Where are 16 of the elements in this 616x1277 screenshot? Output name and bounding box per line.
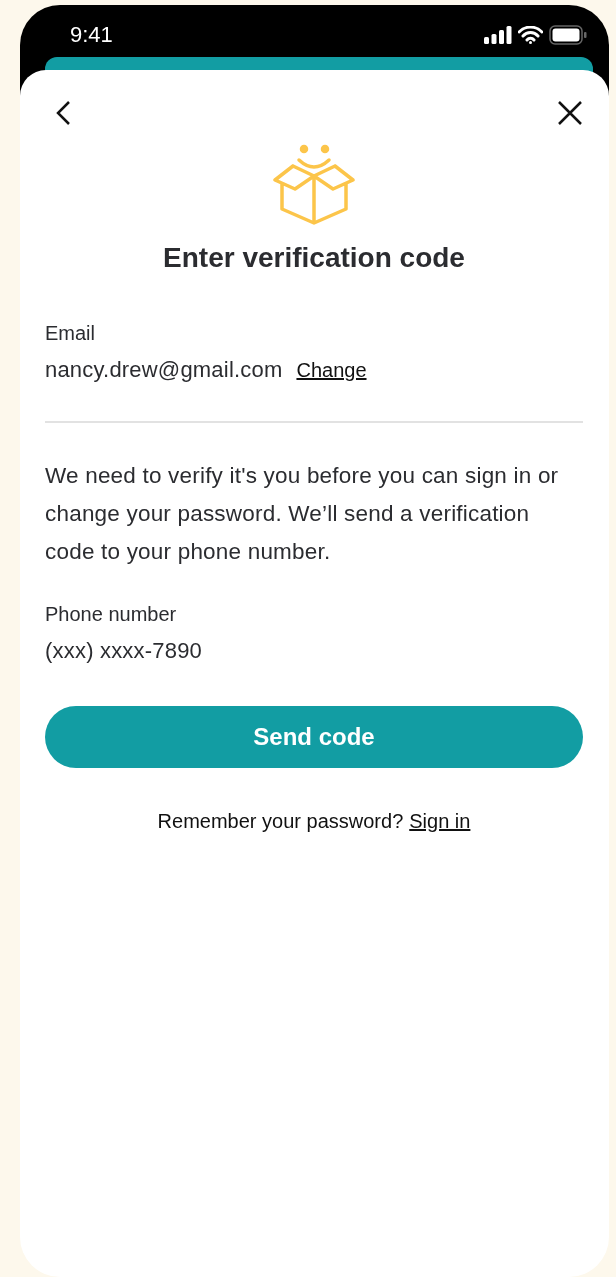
sign-in-link[interactable]: Sign in (409, 810, 471, 833)
email-value: nancy.drew@gmail.com (45, 357, 283, 383)
field-label: Phone number (45, 603, 178, 626)
page-title: Enter verification code (163, 242, 465, 274)
footer-text: Remember your password? (157, 810, 404, 833)
signal-icon (484, 26, 512, 44)
info-paragraph: We need to verify it's you before you can sign in or change your password. We’ll send a verification code to your phone number. (45, 462, 560, 566)
smiling-box-icon (273, 144, 355, 228)
phone-value: (xxx) xxxx-7890 (45, 638, 203, 664)
close-icon[interactable] (557, 100, 583, 126)
status-time: 9:41 (70, 22, 113, 48)
wifi-icon (518, 26, 543, 44)
battery-icon (549, 25, 587, 45)
back-icon[interactable] (55, 100, 71, 126)
field-label: Email (45, 322, 96, 345)
change-link[interactable]: Change (296, 359, 367, 382)
